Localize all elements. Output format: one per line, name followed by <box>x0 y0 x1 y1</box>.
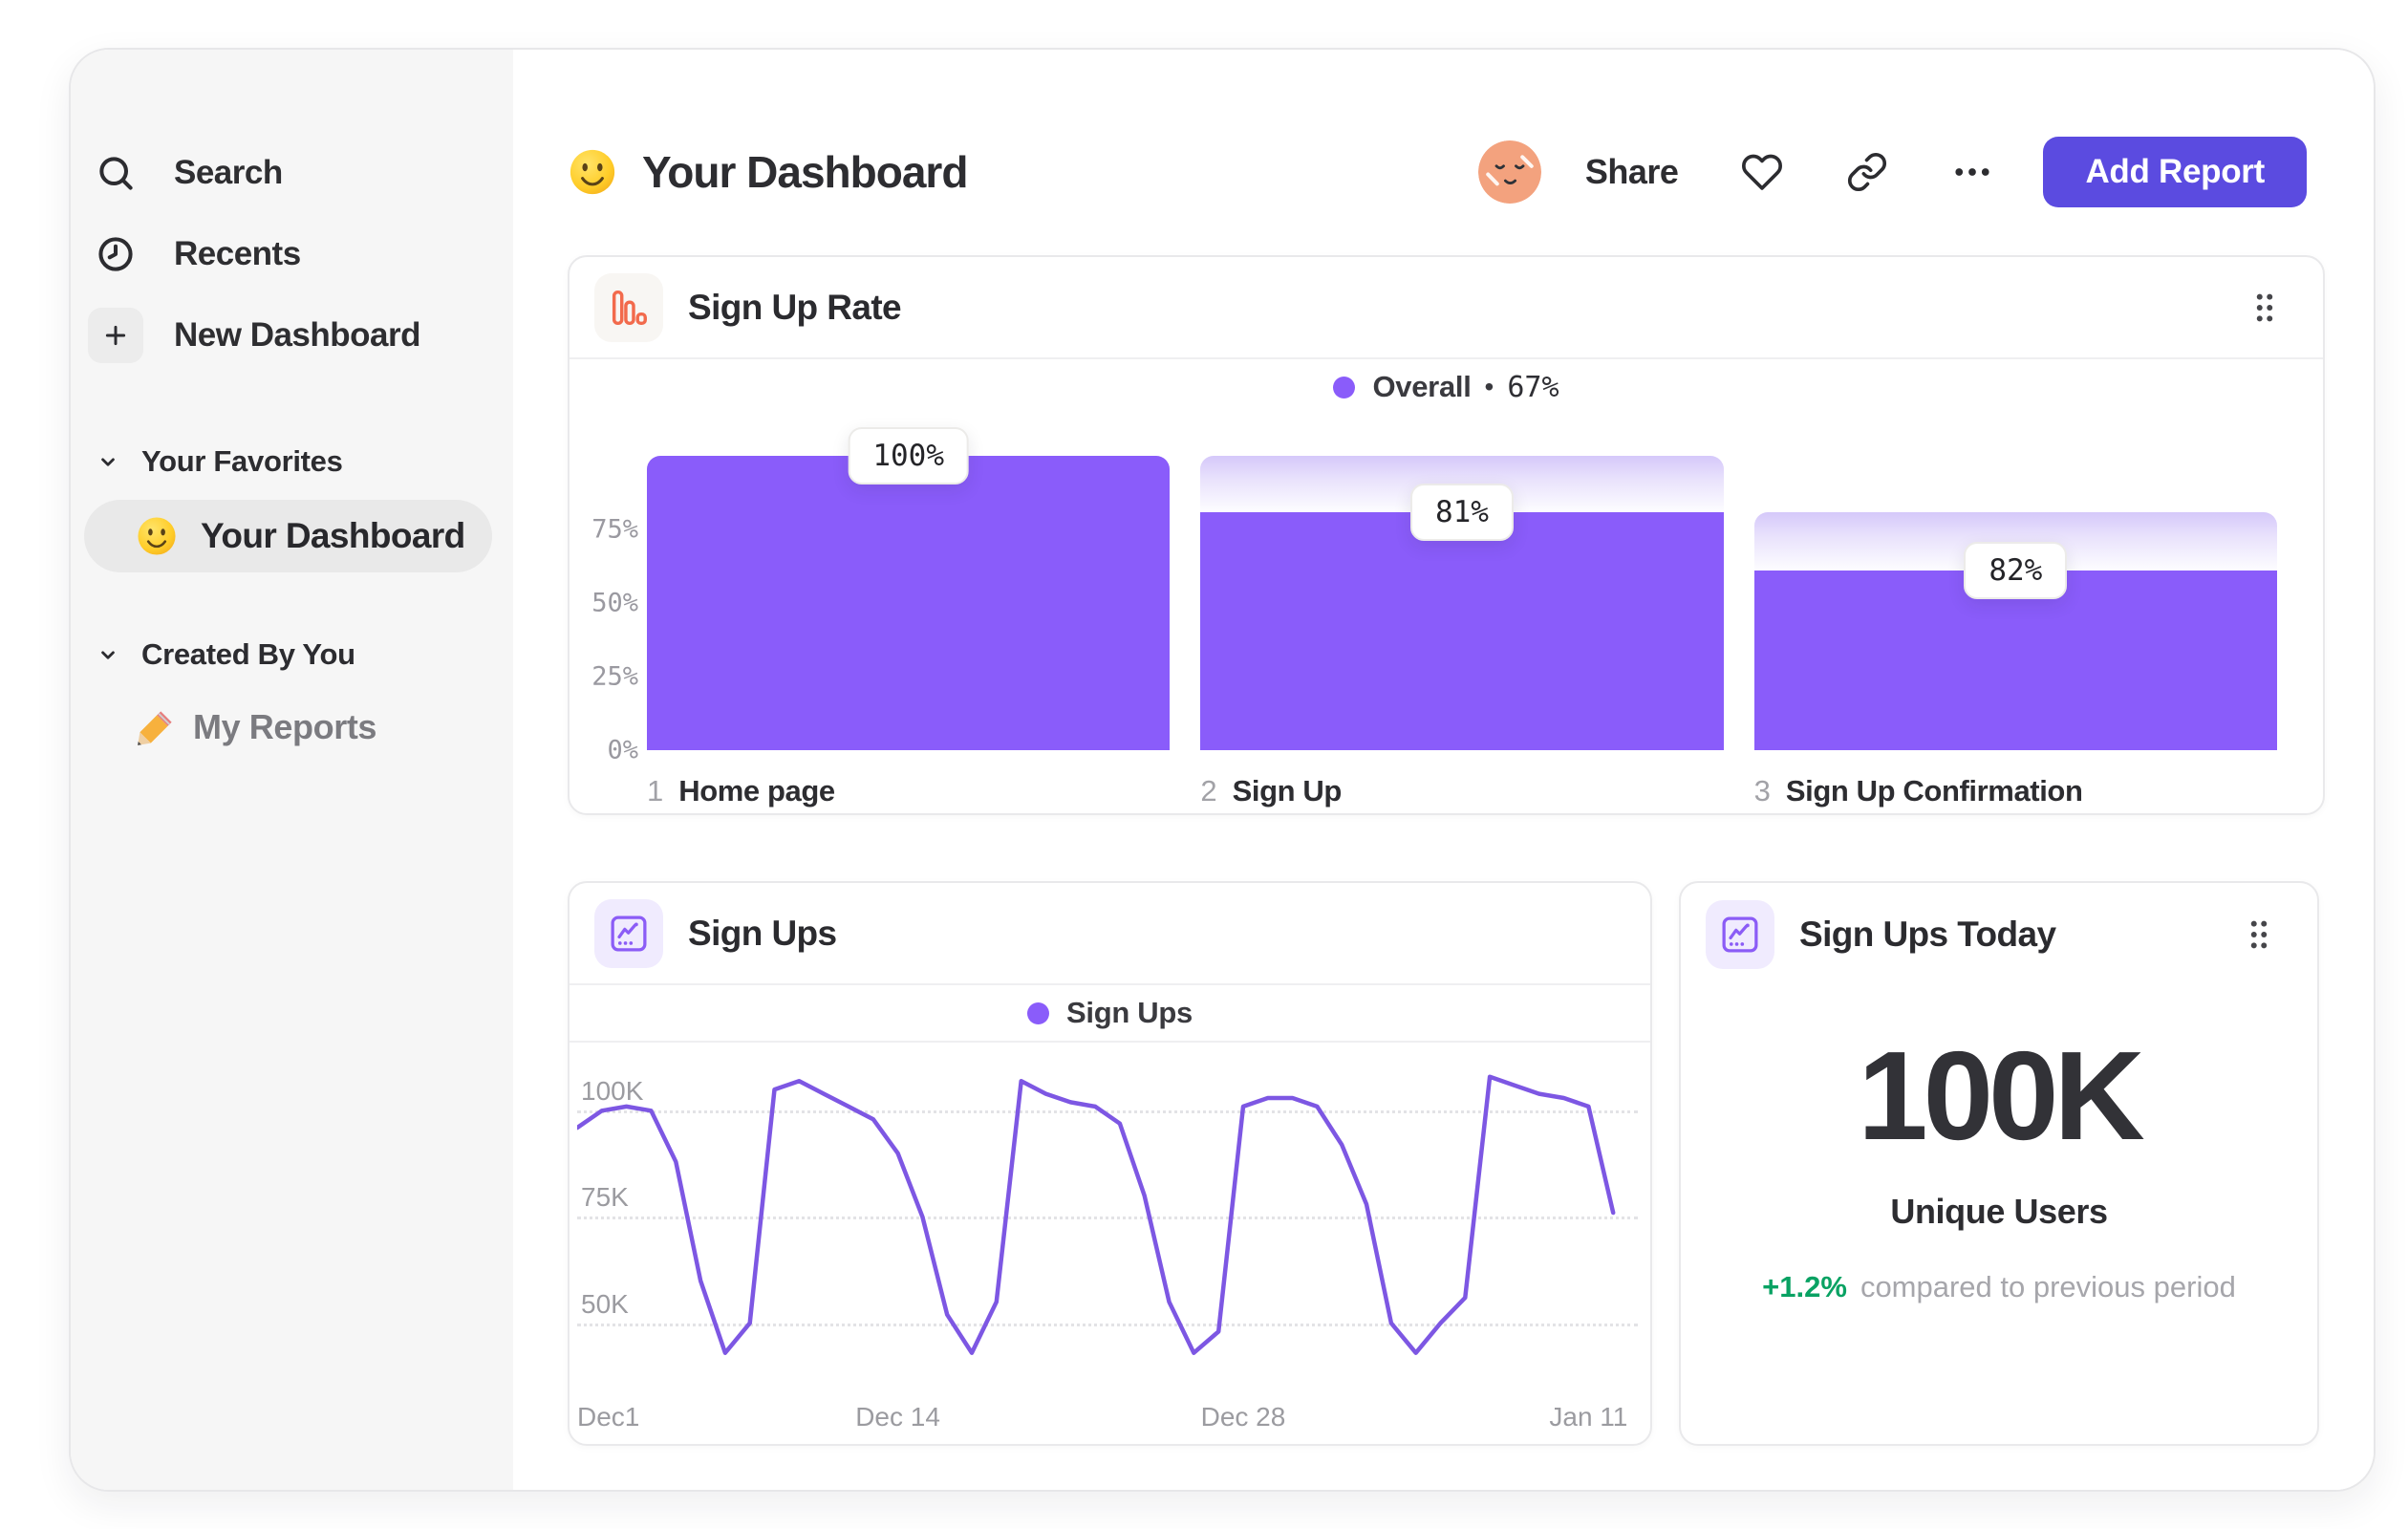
legend-value: 67% <box>1507 370 1559 404</box>
chevron-down-icon <box>101 651 115 659</box>
step-index: 3 <box>1753 774 1771 808</box>
metric-delta: +1.2% <box>1762 1270 1847 1303</box>
line-plot: 100K 75K 50K <box>577 1050 1638 1385</box>
sidebar-item-label: Search <box>174 154 283 191</box>
header-actions: Share Add Report <box>1477 137 2307 207</box>
section-title: Created By You <box>141 637 355 671</box>
drag-handle-icon[interactable] <box>2239 915 2279 955</box>
funnel-bar-sign-up-confirmation[interactable]: 82% <box>1753 456 2277 750</box>
ellipsis-icon <box>1955 168 1990 176</box>
y-tick: 0% <box>607 735 638 765</box>
signups-line-path <box>577 1074 1616 1355</box>
funnel-plot: 100% 81% 82% <box>647 427 2277 750</box>
metric-body: 100K Unique Users +1.2% compared to prev… <box>1681 985 2317 1304</box>
metric-value: 100K <box>1858 1025 2145 1166</box>
sidebar-item-my-reports[interactable]: My Reports <box>136 703 376 751</box>
sidebar-item-search[interactable]: Search <box>92 149 490 197</box>
card-title: Sign Ups Today <box>1799 914 2056 954</box>
funnel-step-label: 2 Sign Up <box>1200 774 1723 808</box>
sidebar-item-label: Your Dashboard <box>201 516 465 555</box>
sidebar-item-your-dashboard[interactable]: Your Dashboard <box>84 500 492 572</box>
card-title: Sign Up Rate <box>688 287 902 327</box>
main-content: Your Dashboard Share Add Report Sign Up … <box>513 50 2374 1490</box>
sidebar: Search Recents New Dashboard Your Favori… <box>71 50 515 1490</box>
more-options-button[interactable] <box>1951 151 1993 193</box>
heart-icon <box>1742 154 1783 190</box>
legend-dot <box>1333 376 1356 398</box>
topbar: Your Dashboard Share Add Report <box>568 136 2307 208</box>
x-tick: Dec1 <box>577 1402 640 1432</box>
step-index: 1 <box>647 774 664 808</box>
metric-delta-row: +1.2% compared to previous period <box>1762 1270 2236 1304</box>
y-tick: 75% <box>591 514 638 545</box>
funnel-card: Sign Up Rate Overall • 67% 75% 50% 25% 0… <box>568 255 2325 815</box>
metric-note: compared to previous period <box>1860 1270 2236 1303</box>
line-card-header: Sign Ups <box>570 883 1650 985</box>
share-button[interactable]: Share <box>1585 152 1679 192</box>
smiley-emoji-icon <box>570 149 615 195</box>
funnel-tooltip: 82% <box>1964 542 2068 600</box>
step-label: Home page <box>678 774 835 808</box>
funnel-y-axis: 75% 50% 25% 0% <box>589 456 638 765</box>
add-report-button[interactable]: Add Report <box>2043 137 2307 207</box>
x-tick: Dec 14 <box>855 1402 940 1432</box>
legend-label: Overall <box>1372 370 1472 403</box>
bar-chart-icon <box>594 272 663 342</box>
funnel-legend: Overall • 67% <box>570 359 2323 415</box>
step-index: 2 <box>1200 774 1217 808</box>
sidebar-item-label: New Dashboard <box>174 316 421 354</box>
drag-handle-icon[interactable] <box>2245 288 2285 328</box>
line-chart-icon <box>1706 899 1774 969</box>
sidebar-item-recents[interactable]: Recents <box>92 230 490 278</box>
signups-line-chart <box>577 1074 1616 1355</box>
plus-icon <box>88 308 143 363</box>
card-title: Sign Ups <box>688 913 837 953</box>
section-title: Your Favorites <box>141 444 343 478</box>
line-chart-icon <box>594 898 663 968</box>
copy-link-button[interactable] <box>1846 151 1888 193</box>
page-title: Your Dashboard <box>642 147 968 197</box>
favorite-heart-button[interactable] <box>1741 151 1783 193</box>
pencil-icon <box>138 711 172 745</box>
clock-icon <box>92 230 140 278</box>
legend-label: Sign Ups <box>1066 996 1193 1029</box>
y-tick: 50% <box>591 588 638 618</box>
y-tick: 25% <box>591 661 638 692</box>
legend-dot <box>1027 1001 1050 1024</box>
funnel-step-label: 1 Home page <box>647 774 1170 808</box>
metric-card-header: Sign Ups Today <box>1681 883 2317 985</box>
line-x-labels: Dec1 Dec 14 Dec 28 Jan 11 <box>577 1402 1638 1440</box>
sidebar-item-label: My Reports <box>193 707 377 746</box>
chevron-down-icon <box>101 458 115 466</box>
legend-separator: • <box>1484 372 1494 401</box>
funnel-tooltip: 100% <box>848 427 969 485</box>
link-icon <box>1848 152 1887 192</box>
line-legend: Sign Ups <box>570 985 1650 1043</box>
search-icon <box>92 149 140 197</box>
smiley-emoji-icon <box>138 517 176 555</box>
funnel-bar-home-page[interactable]: 100% <box>647 427 1171 750</box>
step-label: Sign Up <box>1232 774 1343 808</box>
signups-line-card: Sign Ups Sign Ups 100K 75K 50K Dec1 Dec … <box>568 881 1652 1446</box>
funnel-bar-solid <box>1200 511 1724 750</box>
funnel-card-header: Sign Up Rate <box>570 257 2323 359</box>
x-tick: Dec 28 <box>1200 1402 1286 1432</box>
step-label: Sign Up Confirmation <box>1785 774 2083 808</box>
sidebar-item-new-dashboard[interactable]: New Dashboard <box>88 306 490 365</box>
section-created-by-you[interactable]: Created By You <box>96 633 490 677</box>
funnel-bar-solid <box>647 456 1171 750</box>
app-window: Search Recents New Dashboard Your Favori… <box>69 48 2376 1492</box>
avatar[interactable] <box>1477 140 1541 204</box>
funnel-x-labels: 1 Home page 2 Sign Up 3 Sign Up Confirma… <box>647 774 2277 808</box>
funnel-bar-sign-up[interactable]: 81% <box>1200 456 1724 750</box>
sidebar-item-label: Recents <box>174 235 301 272</box>
funnel-step-label: 3 Sign Up Confirmation <box>1754 774 2277 808</box>
funnel-tooltip: 81% <box>1409 483 1514 541</box>
signups-today-card: Sign Ups Today 100K Unique Users +1.2% c… <box>1679 881 2319 1446</box>
x-tick: Jan 11 <box>1549 1402 1628 1432</box>
section-your-favorites[interactable]: Your Favorites <box>96 440 490 484</box>
metric-label: Unique Users <box>1890 1192 2108 1231</box>
